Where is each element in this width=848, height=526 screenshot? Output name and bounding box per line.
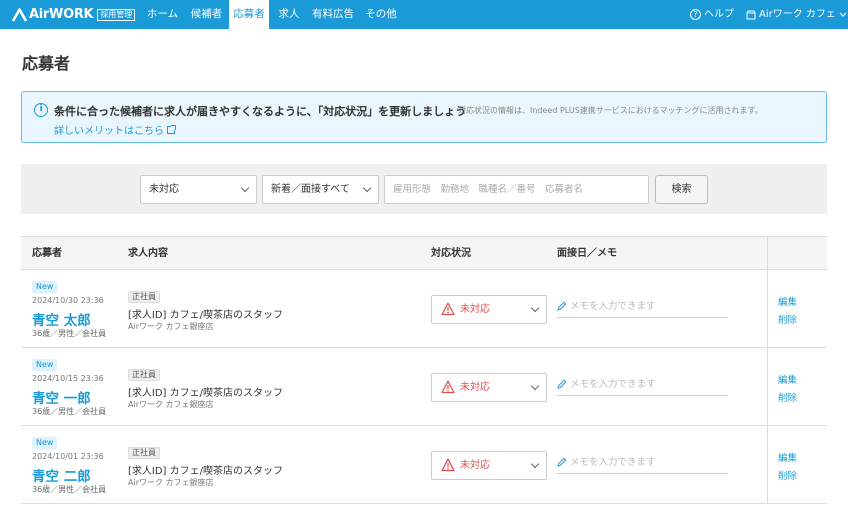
chevron-down-icon	[240, 183, 250, 193]
chevron-down-icon	[839, 12, 847, 17]
nav-item-applicants[interactable]: 応募者	[229, 0, 269, 29]
header-applicant: 応募者	[32, 248, 62, 259]
external-link-icon	[167, 124, 176, 134]
table-row: New 2024/10/01 23:36 青空 二郎 36歳／男性／会社員 正社…	[21, 426, 827, 504]
store-name: Airワーク カフェ銀座店	[128, 478, 214, 487]
nav-item-paid-ads[interactable]: 有料広告	[307, 0, 359, 29]
status-select[interactable]: 未対応	[431, 373, 547, 402]
warning-icon	[441, 380, 455, 394]
type-filter-value: 新着／面接すべて	[271, 184, 350, 195]
employment-type-tag: 正社員	[128, 369, 160, 381]
applicant-attributes: 36歳／男性／会社員	[32, 485, 107, 494]
pencil-icon	[557, 457, 567, 467]
applicant-name-link[interactable]: 青空 二郎	[32, 465, 91, 485]
header-divider	[767, 237, 768, 270]
column-divider	[767, 270, 768, 347]
help-link[interactable]: ? ヘルプ	[690, 0, 734, 29]
memo-input[interactable]: メモを入力できます	[557, 454, 728, 474]
chevron-down-icon	[362, 183, 372, 193]
edit-link[interactable]: 編集	[778, 372, 797, 386]
table-row: New 2024/10/15 23:36 青空 一郎 36歳／男性／会社員 正社…	[21, 348, 827, 426]
employment-type-tag: 正社員	[128, 291, 160, 303]
applicant-name-link[interactable]: 青空 一郎	[32, 387, 91, 407]
status-filter-select[interactable]: 未対応	[140, 175, 257, 204]
applicant-attributes: 36歳／男性／会社員	[32, 407, 107, 416]
benefits-link-label: 詳しいメリットはこちら	[54, 126, 164, 137]
logo-badge: 採用管理	[97, 8, 136, 21]
header-job: 求人内容	[128, 248, 168, 259]
job-title: [求人ID] カフェ/喫茶店のスタッフ	[128, 388, 283, 399]
airwork-logo[interactable]: AirWORK 採用管理	[12, 6, 136, 23]
banner-sub-text: 対応状況の情報は、Indeed PLUS連携サービスにおけるマッチングに活用され…	[458, 106, 763, 115]
nav-item-candidates[interactable]: 候補者	[185, 0, 228, 29]
memo-placeholder: メモを入力できます	[570, 379, 656, 390]
status-value: 未対応	[460, 304, 490, 315]
status-value: 未対応	[460, 382, 490, 393]
memo-placeholder: メモを入力できます	[570, 457, 656, 468]
warning-icon	[441, 302, 455, 316]
benefits-link[interactable]: 詳しいメリットはこちら	[54, 122, 176, 137]
new-badge: New	[32, 437, 58, 449]
column-divider	[767, 426, 768, 503]
help-label: ヘルプ	[704, 9, 734, 20]
store-name: Airワーク カフェ銀座店	[128, 400, 214, 409]
delete-link[interactable]: 削除	[778, 390, 797, 404]
type-filter-select[interactable]: 新着／面接すべて	[262, 175, 379, 204]
info-banner: i 条件に合った候補者に求人が届きやすくなるように、「対応状況」を更新しましょう…	[21, 91, 827, 143]
store-icon	[746, 10, 756, 19]
info-icon: i	[34, 103, 48, 117]
header-status: 対応状況	[431, 248, 471, 259]
header-memo: 面接日／メモ	[557, 248, 617, 259]
search-input[interactable]	[384, 175, 649, 204]
page-title: 応募者	[22, 54, 71, 73]
new-badge: New	[32, 359, 58, 371]
nav-item-home[interactable]: ホーム	[140, 0, 185, 29]
logo-mark-icon	[12, 7, 27, 22]
chevron-down-icon	[530, 381, 540, 391]
nav-item-jobs[interactable]: 求人	[272, 0, 306, 29]
logo-text: AirWORK	[29, 7, 94, 22]
banner-main-text: 条件に合った候補者に求人が届きやすくなるように、「対応状況」を更新しましょう	[54, 105, 467, 118]
status-filter-value: 未対応	[149, 184, 179, 195]
new-badge: New	[32, 281, 58, 293]
warning-icon	[441, 458, 455, 472]
applicant-attributes: 36歳／男性／会社員	[32, 329, 107, 338]
memo-placeholder: メモを入力できます	[570, 301, 656, 312]
store-name: Airワーク カフェ銀座店	[128, 322, 214, 331]
delete-link[interactable]: 削除	[778, 312, 797, 326]
column-divider	[767, 348, 768, 425]
status-select[interactable]: 未対応	[431, 451, 547, 480]
nav-item-other[interactable]: その他	[360, 0, 402, 29]
filter-bar: 未対応 新着／面接すべて 検索	[21, 164, 827, 214]
applicant-name-link[interactable]: 青空 太郎	[32, 309, 91, 329]
top-nav: AirWORK 採用管理 ホーム 候補者 応募者 求人 有料広告 その他 ? ヘ…	[0, 0, 848, 29]
chevron-down-icon	[530, 459, 540, 469]
table-row: New 2024/10/30 23:36 青空 太郎 36歳／男性／会社員 正社…	[21, 270, 827, 348]
applied-date: 2024/10/30 23:36	[32, 296, 104, 305]
employment-type-tag: 正社員	[128, 447, 160, 459]
account-menu[interactable]: Airワーク カフェ	[746, 0, 847, 29]
pencil-icon	[557, 379, 567, 389]
pencil-icon	[557, 301, 567, 311]
applied-date: 2024/10/01 23:36	[32, 452, 104, 461]
search-button[interactable]: 検索	[655, 175, 708, 204]
chevron-down-icon	[530, 303, 540, 313]
edit-link[interactable]: 編集	[778, 450, 797, 464]
delete-link[interactable]: 削除	[778, 468, 797, 482]
applied-date: 2024/10/15 23:36	[32, 374, 104, 383]
account-label: Airワーク カフェ	[759, 9, 836, 20]
job-title: [求人ID] カフェ/喫茶店のスタッフ	[128, 466, 283, 477]
help-icon: ?	[690, 9, 701, 20]
memo-input[interactable]: メモを入力できます	[557, 298, 728, 318]
edit-link[interactable]: 編集	[778, 294, 797, 308]
status-value: 未対応	[460, 460, 490, 471]
status-select[interactable]: 未対応	[431, 295, 547, 324]
job-title: [求人ID] カフェ/喫茶店のスタッフ	[128, 310, 283, 321]
memo-input[interactable]: メモを入力できます	[557, 376, 728, 396]
table-header: 応募者 求人内容 対応状況 面接日／メモ	[21, 236, 827, 270]
